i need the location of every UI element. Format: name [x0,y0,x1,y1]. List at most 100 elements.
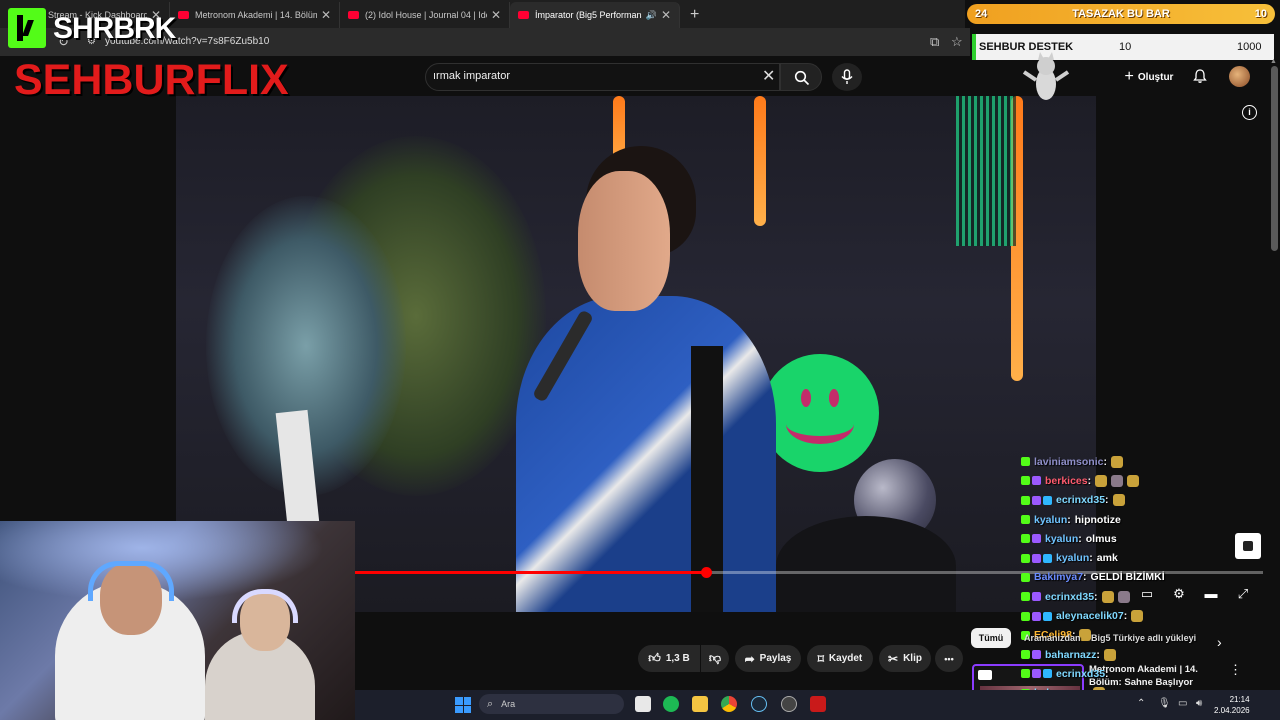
volume-icon[interactable]: 🔊︎ [1196,698,1202,709]
file-explorer-icon[interactable] [635,696,651,712]
kick-logo [8,8,46,48]
chat-text: GELDİ BİZİMKİ [1090,571,1165,584]
chat-username[interactable]: aleynacelik07 [1056,610,1124,622]
chat-emote-icon [1131,610,1144,623]
overlay-caption-part2: Big5 Türkiye adlı yükleyi [1091,633,1197,643]
dislike-button[interactable]: 👎︎ [701,645,729,672]
chat-message: ecrinxd35 : [1021,491,1271,510]
folder-icon[interactable] [692,696,708,712]
voice-search-button[interactable] [832,63,862,91]
search-icon: ⌕ [487,697,494,710]
more-icon: ••• [944,653,954,664]
install-icon[interactable]: ⧉ [930,34,939,50]
avatar[interactable] [1229,66,1250,87]
thumbs-down-icon: 👎︎ [708,651,722,665]
stream-chat: laviniamsonic : berkices : ecrinxd35 : kyal… [1021,452,1271,720]
like-button[interactable]: 👍︎ 1,3 B [638,645,700,672]
chat-message: berkices : [1021,471,1271,490]
chat-username[interactable]: baharnazz [1045,649,1096,661]
chat-message: ecrinxd35 : [1021,587,1271,606]
chat-badge-icon [1032,592,1041,602]
chat-message: ecrinxd35 : [1021,664,1271,683]
chat-username[interactable]: laviniamsonic [1034,456,1103,468]
share-arrow-icon: ➦ [744,651,755,666]
search-icon [794,70,810,86]
create-button[interactable]: + Oluştur [1115,64,1183,90]
chat-emote-icon [1111,474,1124,487]
bookmark-star-icon[interactable]: ☆ [951,34,963,50]
close-tab-icon[interactable]: ✕ [661,8,671,22]
obs-icon[interactable] [781,696,797,712]
support-current: 10 [1119,41,1132,53]
webcam-overlay [0,521,355,720]
taskbar-clock[interactable]: 21:14 2.04.2026 [1214,694,1250,716]
chat-badge-icon [1021,611,1030,621]
support-target: 1000 [1237,41,1262,53]
chat-username[interactable]: kyalun [1034,514,1067,526]
chat-username[interactable]: Bakimya7 [1034,571,1083,583]
chat-badge-icon [1021,534,1030,544]
chat-badge-icon [1021,572,1030,582]
search-query[interactable]: ırmak imparator [433,70,510,82]
chat-emote-icon [1117,590,1130,603]
tab-idol-house[interactable]: (2) Idol House | Journal 04 | Ido ✕ [340,2,510,28]
chat-badge-icon [1043,611,1052,621]
goal-left-value: 24 [975,8,988,20]
goal-bar: 24 TASAZAK BU BAR 10 [967,4,1275,24]
chat-message: aleynacelik07 : [1021,606,1271,625]
chat-separator: : [1083,571,1087,584]
clear-search-icon[interactable]: ✕ [762,66,775,86]
share-button[interactable]: ➦ Paylaş [735,645,801,672]
clip-button[interactable]: ✂ Klip [879,645,931,672]
taskbar-search[interactable]: ⌕ Ara [479,694,624,714]
tab-imparator[interactable]: İmparator (Big5 Performans 🔊 ✕ [510,2,680,28]
thumbs-up-icon: 👍︎ [648,651,661,665]
chat-username[interactable]: ecrinxd35 [1056,668,1105,680]
save-button[interactable]: ⌑ Kaydet [807,645,873,672]
chat-badge-icon [1032,495,1041,505]
chrome-icon[interactable] [721,696,737,712]
info-icon[interactable]: i [1242,105,1257,120]
close-tab-icon[interactable]: ✕ [321,8,331,22]
microphone-tray-icon[interactable]: 🎙︎ [1158,698,1171,709]
close-tab-icon[interactable]: ✕ [491,8,501,22]
tab-metronom[interactable]: Metronom Akademi | 14. Bölüm ✕ [170,2,340,28]
page-scrollbar[interactable] [1271,66,1278,251]
chat-username[interactable]: berkices [1045,475,1088,487]
chat-username[interactable]: ecrinxd35 [1045,591,1094,603]
scroll-up-icon[interactable]: ▲ [1270,58,1277,65]
steam-icon[interactable] [751,696,767,712]
led-panel [956,96,1016,246]
filter-chip-all[interactable]: Tümü [971,628,1011,648]
bell-icon[interactable] [1192,68,1208,84]
goal-label: TASAZAK BU BAR [1072,8,1170,20]
spotify-icon[interactable] [663,696,679,712]
windows-start-icon[interactable] [455,697,471,713]
chat-emote-icon [1112,494,1125,507]
chat-badge-icon [1021,669,1030,679]
tab-title: Metronom Akademi | 14. Bölüm [195,10,317,20]
search-button[interactable] [780,63,822,91]
chat-badge-icon [1032,553,1041,563]
youtube-icon [348,11,359,19]
tab-title: (2) Idol House | Journal 04 | Ido [365,10,487,20]
chat-badge-icon [1021,495,1030,505]
network-icon[interactable]: ▭ [1178,698,1187,709]
chat-username[interactable]: kyalun [1045,533,1078,545]
chat-separator: : [1123,610,1128,623]
app-icon[interactable] [810,696,826,712]
chat-separator: : [1087,474,1092,487]
chat-message: kyalun : amk [1021,548,1271,567]
chat-username[interactable]: ecrinxd35 [1056,494,1105,506]
chat-emote-icon [1095,474,1108,487]
clip-label: Klip [903,653,922,664]
tab-title: İmparator (Big5 Performans [535,10,642,20]
smiley-sign [761,354,879,472]
chat-badge-icon [1032,669,1041,679]
tray-chevron-icon[interactable]: ⌃ [1137,698,1145,709]
speaker-icon[interactable]: 🔊 [646,10,657,21]
more-actions-button[interactable]: ••• [935,645,963,672]
new-tab-button[interactable]: + [690,2,699,28]
chat-message: Bakimya7 : GELDİ BİZİMKİ [1021,568,1271,587]
chat-username[interactable]: kyalun [1056,552,1089,564]
